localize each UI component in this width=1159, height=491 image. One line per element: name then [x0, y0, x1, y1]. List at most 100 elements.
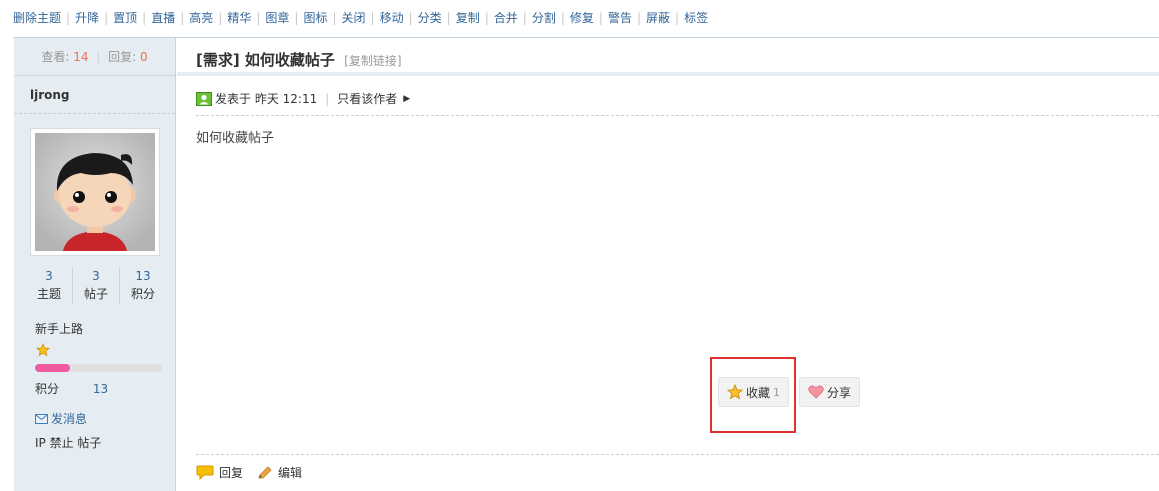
mod-menu-item: | 移动 — [366, 10, 404, 26]
share-button[interactable]: 分享 — [799, 377, 861, 407]
divider: | — [325, 91, 330, 106]
divider: | — [636, 11, 641, 25]
ip-ban-link[interactable]: IP 禁止 帖子 — [35, 434, 101, 451]
divider: | — [66, 11, 71, 25]
mod-action-link[interactable]: 直播 — [151, 10, 175, 26]
author-name[interactable]: ljrong — [14, 76, 175, 114]
mod-menu-item: 删除主题 — [13, 10, 61, 26]
post-actions: 收藏 1 分享 — [718, 377, 861, 407]
divider: | — [218, 11, 223, 25]
avatar-image — [35, 133, 155, 251]
stat-label: 积分 — [130, 287, 155, 301]
post-title: [需求] 如何收藏帖子 — [196, 51, 335, 69]
mod-menu-item: | 直播 — [137, 10, 175, 26]
mod-menu-item: | 高亮 — [175, 10, 213, 26]
stat-label: 主题 — [36, 287, 61, 301]
mod-action-link[interactable]: 升降 — [75, 10, 99, 26]
mod-action-link[interactable]: 复制 — [456, 10, 480, 26]
mod-menu-item: | 复制 — [442, 10, 480, 26]
replies-label: 回复: — [108, 50, 137, 64]
stat-label: 帖子 — [83, 287, 108, 301]
avatar[interactable] — [30, 128, 160, 256]
divider: | — [560, 11, 565, 25]
star-icon — [36, 343, 50, 360]
stat-posts[interactable]: 3 帖子 — [73, 268, 120, 304]
mod-menu-item: | 分类 — [404, 10, 442, 26]
post-content: 如何收藏帖子 — [196, 131, 275, 146]
mod-menu-item: | 图标 — [289, 10, 327, 26]
edit-button[interactable]: 编辑 — [257, 464, 302, 481]
divider: | — [256, 11, 261, 25]
reply-button[interactable]: 回复 — [196, 464, 243, 481]
divider: | — [598, 11, 603, 25]
copy-link-button[interactable]: [复制链接] — [344, 54, 401, 68]
stat-value: 13 — [135, 269, 151, 283]
points-row: 积分 13 — [35, 380, 108, 397]
mod-action-link[interactable]: 图章 — [265, 10, 289, 26]
mod-action-link[interactable]: 警告 — [608, 10, 632, 26]
post-footer-actions: 回复 编辑 — [196, 464, 302, 481]
level-progress-fill — [35, 364, 70, 372]
pencil-icon — [258, 465, 272, 478]
mod-menu-item: | 置顶 — [99, 10, 137, 26]
mod-action-link[interactable]: 标签 — [684, 10, 708, 26]
divider: | — [294, 11, 299, 25]
divider: | — [446, 11, 451, 25]
stat-points[interactable]: 13 积分 — [120, 268, 166, 304]
envelope-icon — [35, 413, 48, 424]
divider: | — [104, 11, 109, 25]
edit-label: 编辑 — [278, 466, 303, 480]
stat-value: 3 — [92, 269, 100, 283]
mod-menu-item: | 关闭 — [327, 10, 365, 26]
only-author-link[interactable]: 只看该作者 — [337, 90, 397, 107]
user-level[interactable]: 新手上路 — [35, 320, 83, 337]
mod-action-link[interactable]: 分类 — [418, 10, 442, 26]
mod-action-link[interactable]: 分割 — [532, 10, 556, 26]
mod-menu-item: | 合并 — [480, 10, 518, 26]
mod-menu-item: | 分割 — [518, 10, 556, 26]
divider: | — [370, 11, 375, 25]
points-label: 积分 — [35, 382, 60, 396]
divider: | — [408, 11, 413, 25]
stat-threads[interactable]: 3 主题 — [26, 268, 73, 304]
mod-action-link[interactable]: 高亮 — [189, 10, 213, 26]
divider: | — [180, 11, 185, 25]
points-value[interactable]: 13 — [93, 382, 108, 396]
moderation-toolbar: 删除主题 | 升降 | 置顶 | 直播 | 高亮 | 精华 | 图章 | 图标 | 关闭 | 移动 | 分类 | 复制 | 合并… — [0, 0, 1159, 38]
level-progress-bar — [35, 364, 163, 372]
mod-menu-item: | 警告 — [594, 10, 632, 26]
mod-action-link[interactable]: 删除主题 — [13, 10, 61, 26]
divider: | — [675, 11, 680, 25]
mod-action-link[interactable]: 图标 — [303, 10, 327, 26]
views-label: 查看: — [41, 50, 70, 64]
mod-action-link[interactable]: 合并 — [494, 10, 518, 26]
favorite-button[interactable]: 收藏 1 — [718, 377, 790, 407]
post-title-wrap: [需求] 如何收藏帖子 [复制链接] — [196, 49, 402, 70]
star-icon — [727, 384, 743, 400]
moderation-menu: 删除主题 | 升降 | 置顶 | 直播 | 高亮 | 精华 | 图章 | 图标 | 关闭 | 移动 | 分类 | 复制 | 合并… — [13, 10, 708, 26]
favorite-count: 1 — [773, 385, 781, 399]
mod-action-link[interactable]: 精华 — [227, 10, 251, 26]
mod-action-link[interactable]: 移动 — [380, 10, 404, 26]
thread-stats: 查看: 14 | 回复: 0 — [14, 38, 175, 76]
mod-action-link[interactable]: 屏蔽 — [646, 10, 670, 26]
divider: | — [522, 11, 527, 25]
mod-action-link[interactable]: 关闭 — [342, 10, 366, 26]
triangle-right-icon[interactable]: ▶ — [403, 94, 410, 104]
author-stats: 3 主题 3 帖子 13 积分 — [26, 268, 166, 304]
send-message-link[interactable]: 发消息 — [35, 410, 87, 427]
divider: | — [484, 11, 489, 25]
divider: | — [142, 11, 147, 25]
heart-icon — [808, 385, 824, 399]
favorite-label: 收藏 — [746, 385, 771, 400]
mod-menu-item: | 升降 — [61, 10, 99, 26]
views-count: 14 — [73, 50, 89, 64]
mod-menu-item: | 图章 — [251, 10, 289, 26]
mod-action-link[interactable]: 置顶 — [113, 10, 137, 26]
share-label: 分享 — [827, 385, 852, 400]
post-header: [需求] 如何收藏帖子 [复制链接] — [177, 38, 1159, 76]
divider — [196, 454, 1159, 455]
mod-action-link[interactable]: 修复 — [570, 10, 594, 26]
online-user-icon — [196, 91, 212, 106]
reply-label: 回复 — [219, 466, 244, 480]
